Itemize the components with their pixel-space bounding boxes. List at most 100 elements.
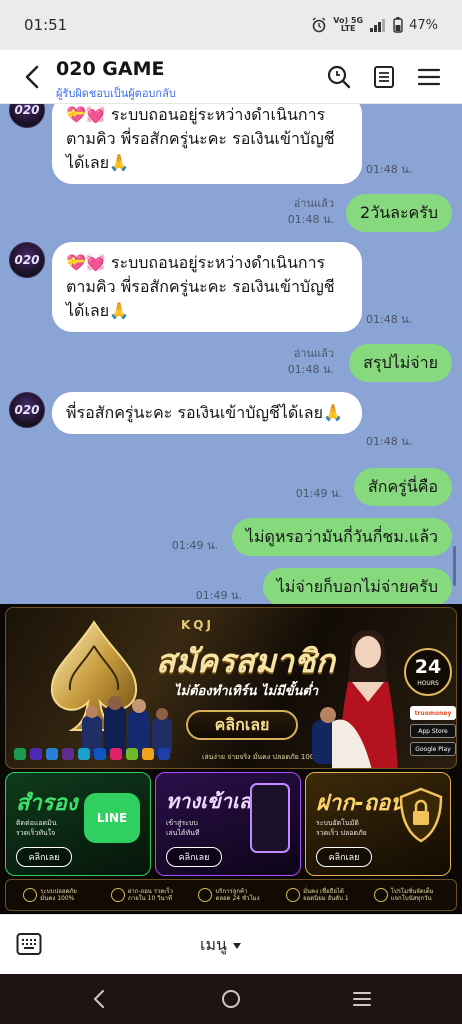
speed-icon — [110, 888, 125, 902]
message-time: 01:48 น. — [287, 363, 334, 376]
woman-image — [332, 630, 398, 768]
system-nav-bar — [0, 974, 462, 1024]
bank-icon — [142, 748, 154, 760]
back-arrow-icon[interactable] — [18, 62, 46, 92]
keyboard-icon[interactable] — [16, 932, 42, 956]
shield-lock-icon — [399, 787, 443, 843]
read-status: อ่านแล้ว — [293, 197, 334, 210]
avatar[interactable]: 020 — [9, 104, 45, 128]
card-subtitle: รวดเร็ว ปลอดภัย — [316, 829, 367, 837]
feature-item: บริการลูกค้า ตลอด 24 ชั่วโมง — [198, 888, 263, 902]
message-meta: อ่านแล้ว 01:48 น. — [288, 196, 334, 228]
incoming-message[interactable]: 💝💓 ระบบถอนอยู่ระหว่างดำเนินการตามคิว พี่… — [52, 104, 362, 184]
alarm-icon — [312, 17, 326, 33]
battery-percent: 47% — [409, 17, 438, 33]
banner-note: เล่นง่าย จ่ายจริง มั่นคง ปลอดภัย 100% — [202, 753, 321, 761]
card-subtitle: ระบบอัตโนมัติ — [316, 819, 359, 827]
scrollbar[interactable] — [453, 546, 456, 586]
app-store-badge: App Store — [410, 724, 456, 738]
card-subtitle: ติดต่อแอดมิน — [16, 819, 57, 827]
chat-area[interactable]: 020 💝💓 ระบบถอนอยู่ระหว่างดำเนินการตามคิว… — [0, 104, 462, 604]
message-time: 01:49 น. — [295, 487, 342, 500]
message-time: 01:48 น. — [366, 435, 413, 448]
chat-header: 020 GAME ผู้รับผิดชอบเป็นผู้ตอบกลับ — [0, 50, 462, 104]
nav-home-icon[interactable] — [218, 986, 244, 1012]
bank-icon — [158, 748, 170, 760]
players-image — [82, 696, 172, 756]
outgoing-message[interactable]: ไม่ดูหรอว่ามันกี่วันกี่ชม.แล้ว — [231, 518, 452, 556]
bank-icon — [110, 748, 122, 760]
card-subtitle: เข้าสู่ระบบ — [166, 819, 198, 827]
line-contact-card[interactable]: สำรอง ติดต่อแอดมิน รวดเร็วทันใจ LINE คลิ… — [5, 772, 151, 876]
feature-item: ระบบปลอดภัย มั่นคง 100% — [23, 888, 88, 902]
phone-icon — [250, 783, 290, 853]
chat-title: 020 GAME — [56, 58, 165, 80]
feature-item: มั่นคง เชื่อถือได้ ยอดนิยม อันดับ 1 — [286, 888, 351, 902]
click-now-button[interactable]: คลิกเลย — [186, 710, 298, 740]
deposit-withdraw-card[interactable]: ฝาก-ถอน ระบบอัตโนมัติ รวดเร็ว ปลอดภัย คล… — [305, 772, 451, 876]
truemoney-badge: truemoney — [410, 706, 456, 720]
headset-icon — [198, 888, 213, 902]
message-time: 01:48 น. — [366, 163, 413, 176]
signal-icon — [370, 19, 386, 32]
payment-icons — [14, 748, 170, 760]
avatar[interactable]: 020 — [9, 242, 45, 278]
status-icons: Vo) 5G LTE 47% — [311, 17, 438, 33]
bank-icon — [62, 748, 74, 760]
search-icon[interactable] — [326, 64, 352, 90]
nav-back-icon[interactable] — [87, 986, 113, 1012]
bank-icon — [14, 748, 26, 760]
message-meta: อ่านแล้ว 01:48 น. — [288, 346, 334, 378]
message-time: 01:48 น. — [366, 313, 413, 326]
message-time: 01:49 น. — [171, 539, 218, 552]
rich-menu-banner[interactable]: KQJ สมัครสมาชิก ไม่ต้องทำเทิร์น ไม่มีขั้… — [0, 604, 462, 914]
register-banner[interactable]: KQJ สมัครสมาชิก ไม่ต้องทำเทิร์น ไม่มีขั้… — [5, 607, 457, 769]
card-click-button[interactable]: คลิกเลย — [166, 847, 222, 867]
incoming-message[interactable]: พี่รอสักครู่นะคะ รอเงินเข้าบัญชีได้เลย🙏 — [52, 392, 362, 434]
outgoing-message[interactable]: สักครู่นี่คือ — [354, 468, 452, 506]
menu-icon[interactable] — [416, 64, 442, 90]
gift-icon — [373, 888, 388, 902]
play-entrance-card[interactable]: ทางเข้าเล่น เข้าสู่ระบบ เล่นได้ทันที คลิ… — [155, 772, 301, 876]
feature-item: ฝาก-ถอน รวดเร็ว ภายใน 10 วินาที — [110, 888, 176, 902]
notes-icon[interactable] — [371, 64, 397, 90]
bank-icon — [126, 748, 138, 760]
shield-icon — [23, 888, 38, 902]
incoming-message[interactable]: 💝💓 ระบบถอนอยู่ระหว่างดำเนินการตามคิว พี่… — [52, 242, 362, 332]
card-click-button[interactable]: คลิกเลย — [16, 847, 72, 867]
outgoing-message[interactable]: สรุปไม่จ่าย — [349, 344, 452, 382]
card-title: สำรอง — [16, 791, 78, 816]
avatar[interactable]: 020 — [9, 392, 45, 428]
line-logo-icon: LINE — [84, 793, 140, 843]
bank-icon — [94, 748, 106, 760]
message-time: 01:48 น. — [287, 213, 334, 226]
bank-icon — [46, 748, 58, 760]
menu-label: เมนู — [200, 935, 227, 954]
feature-item: โปรโมชั่นจัดเต็ม แจกโบนัสทุกวัน — [373, 888, 439, 902]
status-time: 01:51 — [24, 16, 68, 34]
nav-recents-icon[interactable] — [349, 986, 375, 1012]
card-subtitle: รวดเร็วทันใจ — [16, 829, 56, 837]
bank-icon — [78, 748, 90, 760]
rich-menu-toggle[interactable]: เมนู — [200, 933, 241, 958]
status-bar: 01:51 Vo) 5G LTE 47% — [0, 0, 462, 50]
card-click-button[interactable]: คลิกเลย — [316, 847, 372, 867]
battery-icon — [393, 17, 403, 33]
bottom-bar: เมนู — [0, 914, 462, 974]
banner-subtitle: ไม่ต้องทำเทิร์น ไม่มีขั้นต่ำ — [174, 684, 319, 699]
read-status: อ่านแล้ว — [293, 347, 334, 360]
card-title: ฝาก-ถอน — [316, 791, 406, 816]
google-play-badge: Google Play — [410, 742, 456, 756]
trophy-icon — [286, 888, 301, 902]
card-subtitle: เล่นได้ทันที — [166, 829, 200, 837]
message-time: 01:49 น. — [195, 589, 242, 602]
caret-down-icon — [232, 942, 241, 949]
outgoing-message[interactable]: 2วันละครับ — [346, 194, 452, 232]
brand-logo: KQJ — [181, 618, 214, 632]
bank-icon — [30, 748, 42, 760]
outgoing-message[interactable]: ไม่จ่ายก็บอกไม่จ่ายครับ — [262, 568, 452, 604]
network-type: Vo) 5G LTE — [333, 16, 364, 33]
features-strip: ระบบปลอดภัย มั่นคง 100% ฝาก-ถอน รวดเร็ว … — [5, 879, 457, 911]
24-hours-badge: 24 HOURS — [404, 648, 452, 696]
chat-subtitle: ผู้รับผิดชอบเป็นผู้ตอบกลับ — [56, 87, 176, 100]
